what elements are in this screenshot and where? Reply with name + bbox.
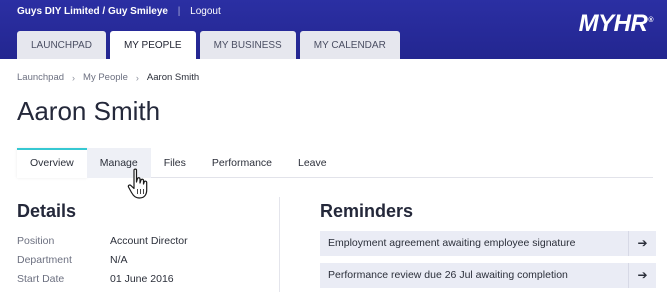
reminder-text: Performance review due 26 Jul awaiting c…: [328, 269, 568, 281]
chevron-right-icon: ›: [135, 72, 139, 83]
top-header: Guys DIY Limited / Guy Smileye | Logout …: [0, 0, 667, 59]
tab-my-calendar[interactable]: MY CALENDAR: [299, 31, 400, 59]
reminder-item[interactable]: Employment agreement awaiting employee s…: [320, 231, 656, 256]
profile-tabs: Overview Manage Files Performance Leave: [17, 148, 653, 178]
account-bar: Guys DIY Limited / Guy Smileye | Logout: [17, 6, 221, 17]
tab-overview[interactable]: Overview: [17, 148, 87, 178]
account-name: Guys DIY Limited / Guy Smileye: [17, 6, 168, 17]
logo-text: MYHR: [578, 10, 648, 37]
detail-label: Position: [17, 235, 55, 247]
detail-row-department: Department N/A: [17, 251, 188, 270]
tab-leave[interactable]: Leave: [285, 148, 340, 178]
reminder-item[interactable]: Performance review due 26 Jul awaiting c…: [320, 263, 656, 288]
breadcrumb-launchpad[interactable]: Launchpad: [17, 72, 64, 83]
breadcrumb-current: Aaron Smith: [146, 72, 200, 83]
details-heading: Details: [17, 201, 77, 221]
logout-link[interactable]: Logout: [190, 6, 221, 17]
tab-files[interactable]: Files: [151, 148, 199, 178]
myhr-logo[interactable]: MYHR®: [578, 10, 654, 38]
page-title: Aaron Smith: [17, 96, 161, 126]
chevron-right-icon: ›: [72, 72, 76, 83]
main-nav-tabs: LAUNCHPAD MY PEOPLE MY BUSINESS MY CALEN…: [17, 31, 404, 59]
detail-label: Department: [17, 254, 72, 266]
column-divider: [279, 197, 280, 292]
detail-value: N/A: [110, 254, 128, 266]
hand-cursor-icon: [127, 168, 148, 199]
reminder-text: Employment agreement awaiting employee s…: [328, 237, 576, 249]
tab-my-people[interactable]: MY PEOPLE: [109, 31, 196, 59]
registered-mark: ®: [648, 17, 653, 24]
detail-label: Start Date: [17, 273, 65, 285]
reminders-heading: Reminders: [320, 201, 414, 221]
detail-row-position: Position Account Director: [17, 232, 188, 251]
breadcrumb: Launchpad › My People › Aaron Smith: [17, 72, 199, 83]
detail-value: Account Director: [110, 235, 188, 247]
tab-launchpad[interactable]: LAUNCHPAD: [17, 31, 106, 59]
account-separator: |: [177, 6, 181, 17]
detail-row-start-date: Start Date 01 June 2016: [17, 270, 188, 289]
arrow-right-icon[interactable]: ➔: [628, 231, 656, 256]
details-list: Position Account Director Department N/A…: [17, 232, 188, 289]
arrow-right-icon[interactable]: ➔: [628, 263, 656, 288]
detail-value: 01 June 2016: [110, 273, 174, 285]
breadcrumb-my-people[interactable]: My People: [83, 72, 128, 83]
tab-performance[interactable]: Performance: [199, 148, 285, 178]
tab-my-business[interactable]: MY BUSINESS: [199, 31, 296, 59]
